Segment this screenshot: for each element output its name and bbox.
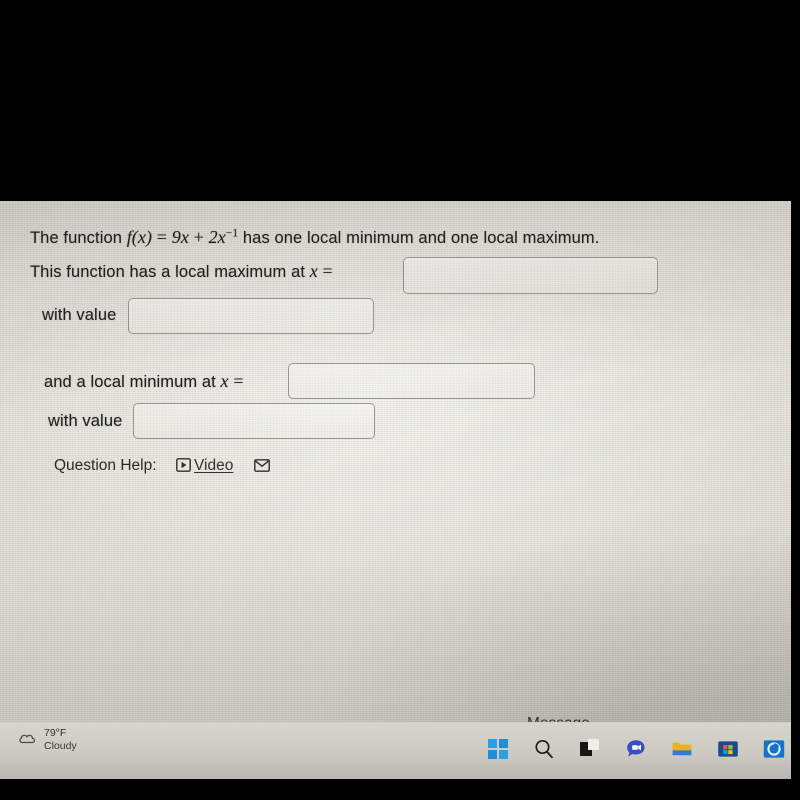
file-explorer-icon[interactable]: [671, 738, 693, 760]
question-help-label: Question Help:: [54, 457, 157, 474]
local-maximum-variable: x: [309, 261, 318, 281]
top-bezel: [0, 0, 800, 201]
local-maximum-x-input[interactable]: [403, 257, 658, 294]
local-minimum-prompt-text: and a local minimum at: [44, 373, 216, 391]
task-view-icon[interactable]: [579, 738, 601, 760]
formula-term-2: 2x: [208, 227, 226, 247]
start-icon[interactable]: [487, 738, 509, 760]
chat-icon[interactable]: [625, 738, 647, 760]
local-maximum-prompt-text: This function has a local maximum at: [30, 263, 306, 281]
search-icon[interactable]: [533, 738, 555, 760]
local-minimum-variable: x: [220, 371, 229, 391]
envelope-icon: Message instructor Calculator Submit Que…: [254, 459, 591, 800]
local-minimum-x-input[interactable]: [288, 363, 535, 399]
cloud-icon: [18, 731, 40, 750]
local-minimum-value-input[interactable]: [133, 403, 375, 439]
local-maximum-value-label: with value: [42, 306, 117, 324]
right-bezel: [791, 0, 800, 800]
formula-term-1: 9x: [171, 227, 189, 247]
question-content: The function f(x) = 9x + 2x−1 has one lo…: [0, 201, 792, 800]
browser-question-screen: The function f(x) = 9x + 2x−1 has one lo…: [0, 201, 792, 800]
play-in-box-icon: [176, 458, 191, 477]
question-statement-line: The function f(x) = 9x + 2x−1 has one lo…: [30, 227, 599, 248]
local-maximum-value-input[interactable]: [128, 298, 374, 334]
weather-condition: Cloudy: [44, 740, 77, 752]
local-minimum-equals: =: [233, 371, 244, 391]
formula-exponent: −1: [225, 227, 239, 240]
local-maximum-prompt: This function has a local maximum at x =: [30, 261, 333, 282]
question-prefix-text: The function: [30, 229, 123, 247]
laptop-screen-photo: The function f(x) = 9x + 2x−1 has one lo…: [0, 0, 800, 800]
video-help-link[interactable]: Video: [194, 457, 233, 475]
local-maximum-equals: =: [322, 261, 333, 281]
local-minimum-prompt: and a local minimum at x =: [44, 371, 244, 392]
weather-temperature: 79°F: [44, 727, 67, 739]
edge-icon[interactable]: [763, 738, 785, 760]
question-suffix-text: has one local minimum and one local maxi…: [242, 229, 600, 247]
formula-equals: =: [156, 227, 168, 247]
formula-plus: +: [193, 227, 204, 247]
local-minimum-value-label: with value: [48, 412, 123, 430]
microsoft-store-icon[interactable]: [717, 738, 739, 760]
formula-fx: f(x): [126, 227, 153, 247]
